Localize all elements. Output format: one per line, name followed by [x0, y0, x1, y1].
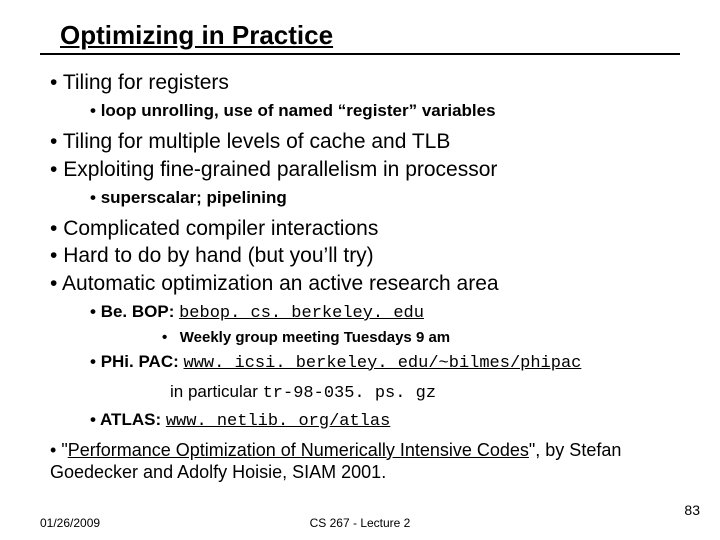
bullet-text: Automatic optimization an active researc… — [62, 272, 499, 295]
bullet-book: "Performance Optimization of Numerically… — [50, 439, 680, 484]
bullet-by-hand: Hard to do by hand (but you’ll try) — [50, 242, 680, 269]
bullet-tiling-cache: Tiling for multiple levels of cache and … — [50, 128, 680, 155]
bullet-parallelism: Exploiting fine-grained parallelism in p… — [50, 156, 680, 209]
footer-course: CS 267 - Lecture 2 — [0, 516, 720, 530]
atlas-label: ATLAS: — [100, 410, 166, 429]
sub-bullet-superscalar: superscalar; pipelining — [90, 187, 680, 209]
slide-title: Optimizing in Practice — [60, 20, 680, 53]
book-title-link: Performance Optimization of Numerically … — [68, 440, 529, 460]
sub-sub-meeting: Weekly group meeting Tuesdays 9 am — [162, 328, 680, 348]
bebop-url: bebop. cs. berkeley. edu — [179, 304, 424, 323]
bullet-tiling-registers: Tiling for registers loop unrolling, use… — [50, 69, 680, 122]
sub-bullet-phipac: PHi. PAC: www. icsi. berkeley. edu/~bilm… — [90, 351, 680, 375]
bullet-auto-opt: Automatic optimization an active researc… — [50, 270, 680, 433]
phipac-url: www. icsi. berkeley. edu/~bilmes/phipac — [184, 354, 582, 373]
sub-bullet-loop-unrolling: loop unrolling, use of named “register” … — [90, 100, 680, 122]
phipac-extra: in particular tr-98-035. ps. gz — [170, 381, 680, 405]
bullet-compiler: Complicated compiler interactions — [50, 215, 680, 242]
sub-bullet-bebop: Be. BOP: bebop. cs. berkeley. edu Weekly… — [90, 301, 680, 348]
footer-page-number: 83 — [684, 502, 700, 518]
phipac-extra-code: tr-98-035. ps. gz — [263, 384, 436, 403]
title-underline — [40, 53, 680, 55]
bullet-list: Tiling for registers loop unrolling, use… — [50, 69, 680, 433]
bullet-text: Tiling for registers — [63, 71, 229, 94]
atlas-url: www. netlib. org/atlas — [166, 412, 390, 431]
phipac-label: PHi. PAC: — [101, 352, 184, 371]
sub-bullet-atlas: ATLAS: www. netlib. org/atlas — [90, 409, 680, 433]
phipac-extra-pre: in particular — [170, 382, 263, 401]
bebop-label: Be. BOP: — [101, 302, 179, 321]
bullet-text: Exploiting fine-grained parallelism in p… — [63, 158, 497, 181]
